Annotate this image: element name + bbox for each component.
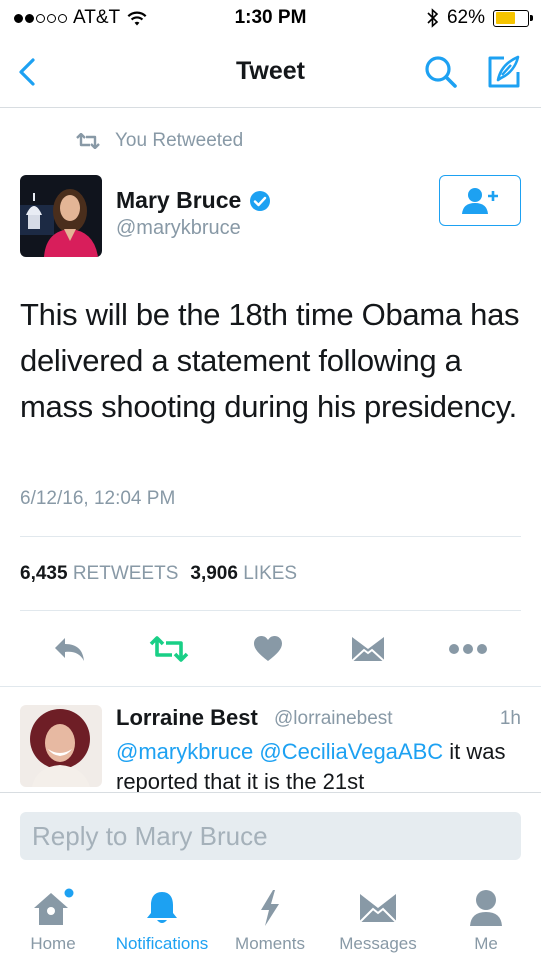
reply-timestamp: 1h <box>499 708 521 729</box>
author-name[interactable]: Mary Bruce <box>116 187 271 214</box>
reply-button[interactable] <box>48 620 92 678</box>
more-dots-icon <box>449 644 487 654</box>
like-button[interactable] <box>246 620 290 678</box>
divider <box>0 686 541 687</box>
mention-link[interactable]: @marykbruce <box>116 739 253 764</box>
author-name-label: Mary Bruce <box>116 187 242 213</box>
bluetooth-icon <box>427 8 439 28</box>
tab-messages-label: Messages <box>339 934 417 953</box>
bell-icon <box>147 892 177 923</box>
tweet-actions <box>0 620 541 678</box>
tweet-stats: 6,435 RETWEETS 3,906 LIKES <box>20 563 297 585</box>
add-user-icon <box>462 187 498 214</box>
retweet-context-label: You Retweeted <box>115 130 244 151</box>
home-icon <box>34 888 74 925</box>
reply-tweet[interactable]: Lorraine Best @lorrainebest 1h @marykbru… <box>0 690 541 792</box>
tab-notifications[interactable]: Notifications <box>107 886 217 954</box>
retweet-context: You Retweeted <box>75 130 243 152</box>
author-avatar[interactable] <box>20 175 102 257</box>
status-bar: AT&T 1:30 PM 62% <box>0 0 541 36</box>
divider <box>20 536 521 537</box>
reply-author-name[interactable]: Lorraine Best <box>116 705 258 731</box>
tab-moments[interactable]: Moments <box>215 886 325 954</box>
tab-bar: Home Notifications Moments Messages Me <box>0 874 541 960</box>
tweet-text: This will be the 18th time Obama has del… <box>20 297 520 424</box>
battery-percent: 62% <box>446 7 485 28</box>
search-icon <box>425 56 457 88</box>
reply-avatar[interactable] <box>20 705 102 787</box>
reply-icon <box>55 638 84 661</box>
likes-count: 3,906 <box>190 563 238 584</box>
author-handle[interactable]: @marykbruce <box>116 217 241 240</box>
status-right: 62% <box>427 7 533 29</box>
retweet-icon <box>76 133 100 149</box>
tab-moments-label: Moments <box>235 934 305 953</box>
compose-icon <box>488 55 520 88</box>
tweet-timestamp: 6/12/16, 12:04 PM <box>20 488 176 509</box>
tab-notifications-label: Notifications <box>115 934 209 953</box>
mention-link[interactable]: @CeciliaVegaABC <box>259 739 443 764</box>
reply-author-handle[interactable]: @lorrainebest <box>274 708 393 730</box>
heart-icon <box>254 636 282 661</box>
nav-bar: Tweet <box>0 36 541 108</box>
tab-me-label: Me <box>474 934 498 953</box>
direct-message-button[interactable] <box>346 620 390 678</box>
lightning-icon <box>261 890 279 926</box>
envelope-icon <box>351 637 385 662</box>
retweet-button[interactable] <box>147 620 191 678</box>
tab-messages[interactable]: Messages <box>323 886 433 954</box>
reply-composer <box>0 792 541 874</box>
envelope-icon <box>359 894 397 923</box>
person-icon <box>470 890 502 926</box>
verified-badge-icon <box>250 190 271 211</box>
tab-home[interactable]: Home <box>0 886 108 954</box>
divider <box>20 610 521 611</box>
reply-input[interactable] <box>20 812 521 860</box>
retweets-label: RETWEETS <box>72 563 179 584</box>
reply-text: @marykbruce @CeciliaVegaABC it was repor… <box>116 737 516 792</box>
likes-stat[interactable]: 3,906 LIKES <box>190 563 297 585</box>
battery-icon <box>493 9 533 27</box>
tab-home-label: Home <box>30 934 76 953</box>
retweets-count: 6,435 <box>20 563 68 584</box>
search-button[interactable] <box>421 52 461 92</box>
compose-tweet-button[interactable] <box>484 52 524 92</box>
retweets-stat[interactable]: 6,435 RETWEETS <box>20 563 178 585</box>
follow-button[interactable] <box>439 175 521 226</box>
likes-label: LIKES <box>243 563 298 584</box>
retweet-icon <box>149 636 189 662</box>
more-options-button[interactable] <box>446 620 490 678</box>
tab-me[interactable]: Me <box>431 886 541 954</box>
